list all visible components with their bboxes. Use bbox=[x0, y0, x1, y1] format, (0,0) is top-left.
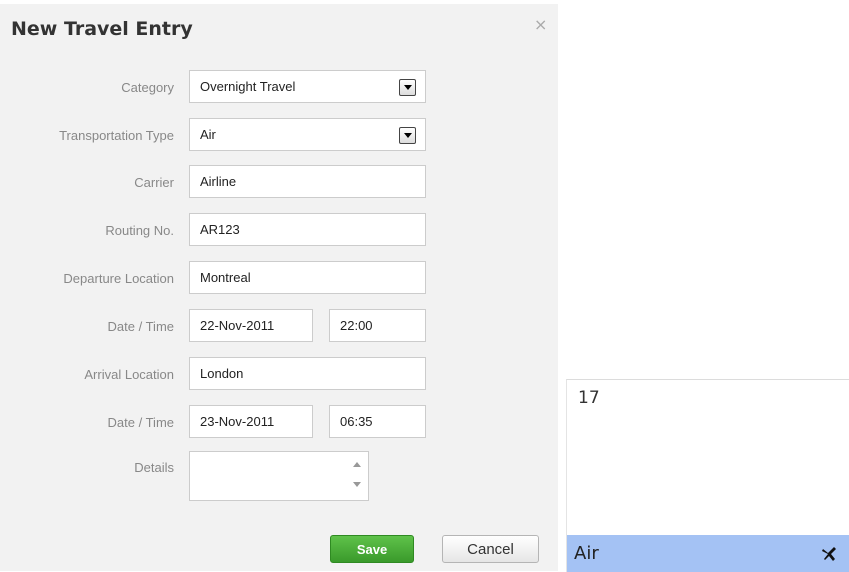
arrival-date-value: 23-Nov-2011 bbox=[200, 414, 275, 429]
arrival-location-value: London bbox=[200, 366, 244, 381]
details-label: Details bbox=[134, 460, 174, 475]
dialog-title: New Travel Entry bbox=[11, 18, 193, 40]
carrier-label: Carrier bbox=[134, 175, 174, 190]
details-textarea[interactable] bbox=[189, 451, 369, 501]
transportation-type-label: Transportation Type bbox=[59, 128, 174, 143]
cancel-button[interactable]: Cancel bbox=[442, 535, 539, 563]
day-number: 17 bbox=[578, 388, 600, 408]
carrier-value: Airline bbox=[200, 174, 237, 189]
departure-location-value: Montreal bbox=[200, 270, 251, 285]
scroll-down-icon[interactable] bbox=[353, 482, 361, 487]
arrival-datetime-label: Date / Time bbox=[107, 415, 174, 430]
departure-date-value: 22-Nov-2011 bbox=[200, 318, 275, 333]
arrival-location-label: Arrival Location bbox=[84, 367, 174, 382]
arrival-date-input[interactable]: 23-Nov-2011 bbox=[189, 405, 313, 438]
departure-location-input[interactable]: Montreal bbox=[189, 261, 426, 294]
event-label: Air bbox=[574, 543, 599, 564]
close-icon[interactable]: × bbox=[534, 15, 547, 34]
category-value: Overnight Travel bbox=[200, 79, 296, 94]
category-select[interactable]: Overnight Travel bbox=[189, 70, 426, 103]
transportation-type-value: Air bbox=[200, 127, 216, 142]
departure-date-input[interactable]: 22-Nov-2011 bbox=[189, 309, 313, 342]
carrier-input[interactable]: Airline bbox=[189, 165, 426, 198]
save-button[interactable]: Save bbox=[330, 535, 414, 563]
arrival-location-input[interactable]: London bbox=[189, 357, 426, 390]
departure-datetime-label: Date / Time bbox=[107, 319, 174, 334]
scroll-up-icon[interactable] bbox=[353, 462, 361, 467]
arrival-time-value: 06:35 bbox=[340, 414, 373, 429]
calendar-event[interactable]: Air bbox=[567, 535, 849, 572]
routing-no-input[interactable]: AR123 bbox=[189, 213, 426, 246]
departure-location-label: Departure Location bbox=[63, 271, 174, 286]
routing-no-label: Routing No. bbox=[105, 223, 174, 238]
chevron-down-icon[interactable] bbox=[399, 127, 416, 144]
departure-time-input[interactable]: 22:00 bbox=[329, 309, 426, 342]
airplane-icon bbox=[822, 547, 836, 561]
departure-time-value: 22:00 bbox=[340, 318, 373, 333]
arrival-time-input[interactable]: 06:35 bbox=[329, 405, 426, 438]
transportation-type-select[interactable]: Air bbox=[189, 118, 426, 151]
routing-no-value: AR123 bbox=[200, 222, 240, 237]
category-label: Category bbox=[121, 80, 174, 95]
textarea-scrollbar[interactable] bbox=[350, 456, 364, 496]
calendar-day-cell: 17 Air bbox=[566, 379, 849, 572]
chevron-down-icon[interactable] bbox=[399, 79, 416, 96]
